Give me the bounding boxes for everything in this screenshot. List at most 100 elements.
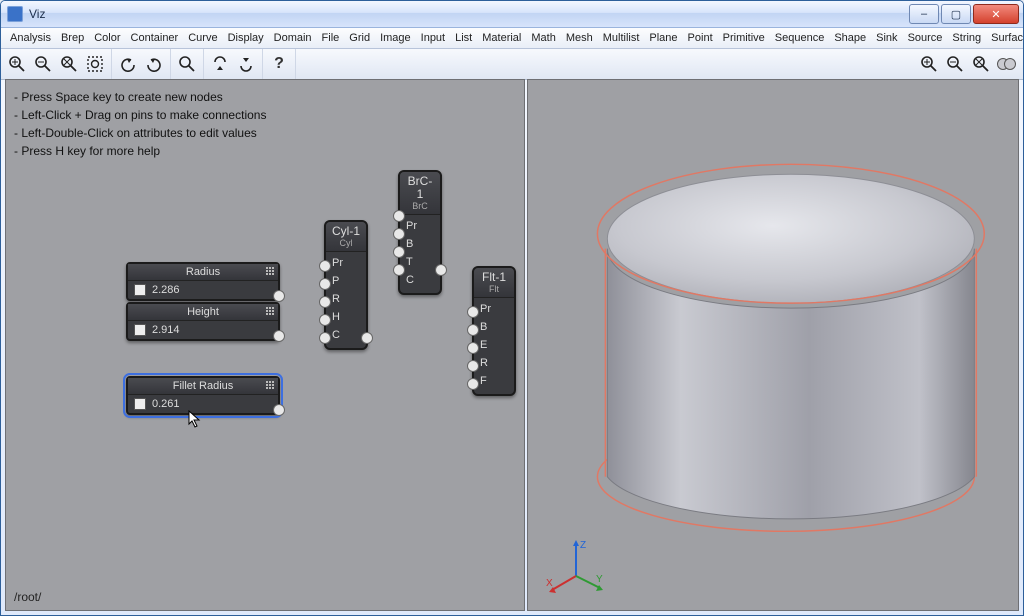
menu-item[interactable]: Image <box>375 30 416 46</box>
output-pin[interactable] <box>273 404 285 416</box>
output-pin[interactable] <box>435 264 447 276</box>
port-label: R <box>332 293 340 305</box>
port-label: C <box>332 329 340 341</box>
node-graph-panel[interactable]: - Press Space key to create new nodes - … <box>5 79 525 611</box>
input-pin[interactable] <box>467 324 479 336</box>
axis-z-label: Z <box>580 540 586 551</box>
output-pin[interactable] <box>273 330 285 342</box>
maximize-button[interactable]: ▢ <box>941 4 971 24</box>
node-header[interactable]: Flt-1 Flt <box>474 268 514 298</box>
menu-item[interactable]: Multilist <box>598 30 645 46</box>
input-pin[interactable] <box>393 264 405 276</box>
toolbar: ? <box>1 49 1023 80</box>
menu-item[interactable]: Surface <box>986 30 1024 46</box>
client-area: - Press Space key to create new nodes - … <box>5 79 1019 611</box>
param-height[interactable]: Height 2.914 <box>126 302 280 341</box>
node-header[interactable]: Cyl-1 Cyl <box>326 222 366 252</box>
menu-item[interactable]: Display <box>223 30 269 46</box>
minimize-button[interactable]: – <box>909 4 939 24</box>
input-pin[interactable] <box>393 246 405 258</box>
menu-item[interactable]: Sink <box>871 30 902 46</box>
menu-item[interactable]: Curve <box>183 30 222 46</box>
help-line: - Left-Click + Drag on pins to make conn… <box>14 106 266 124</box>
menu-item[interactable]: Plane <box>644 30 682 46</box>
input-pin[interactable] <box>467 342 479 354</box>
param-radius[interactable]: Radius 2.286 <box>126 262 280 301</box>
zoom-window-icon[interactable] <box>85 54 105 74</box>
undo-icon[interactable] <box>118 54 138 74</box>
param-value[interactable]: 2.914 <box>152 324 180 336</box>
param-value[interactable]: 0.261 <box>152 398 180 410</box>
menu-item[interactable]: List <box>450 30 477 46</box>
menu-item[interactable]: Mesh <box>561 30 598 46</box>
shade-mode-icon[interactable] <box>997 54 1017 74</box>
menu-item[interactable]: String <box>947 30 986 46</box>
grip-icon[interactable] <box>266 381 274 389</box>
menu-item[interactable]: Source <box>903 30 948 46</box>
checkbox-icon[interactable] <box>134 284 146 296</box>
input-pin[interactable] <box>467 378 479 390</box>
menu-item[interactable]: Sequence <box>770 30 830 46</box>
input-pin[interactable] <box>319 296 331 308</box>
zoom-reset-icon[interactable] <box>59 54 79 74</box>
port-label: B <box>406 238 413 250</box>
close-button[interactable]: ✕ <box>973 4 1019 24</box>
menu-item[interactable]: Material <box>477 30 526 46</box>
window-buttons: – ▢ ✕ <box>909 4 1019 24</box>
menubar[interactable]: Analysis Brep Color Container Curve Disp… <box>1 28 1023 49</box>
refresh-up-icon[interactable] <box>236 54 256 74</box>
help-text: - Press Space key to create new nodes - … <box>14 88 266 160</box>
grip-icon[interactable] <box>266 307 274 315</box>
input-pin[interactable] <box>467 306 479 318</box>
input-pin[interactable] <box>319 332 331 344</box>
app-icon <box>7 6 23 22</box>
help-line: - Left-Double-Click on attributes to edi… <box>14 124 266 142</box>
node-cyl[interactable]: Cyl-1 Cyl Pr P R H C <box>324 220 368 350</box>
input-pin[interactable] <box>467 360 479 372</box>
menu-item[interactable]: Brep <box>56 30 89 46</box>
zoom-reset-icon[interactable] <box>971 54 991 74</box>
output-pin[interactable] <box>361 332 373 344</box>
node-flt[interactable]: Flt-1 Flt Pr B E R F <box>472 266 516 396</box>
titlebar[interactable]: Viz – ▢ ✕ <box>1 1 1023 28</box>
port-label: H <box>332 311 340 323</box>
menu-item[interactable]: Input <box>416 30 450 46</box>
menu-item[interactable]: Container <box>126 30 184 46</box>
menu-item[interactable]: Shape <box>829 30 871 46</box>
menu-item[interactable]: Analysis <box>5 30 56 46</box>
menu-item[interactable]: Domain <box>269 30 317 46</box>
refresh-down-icon[interactable] <box>210 54 230 74</box>
param-value[interactable]: 2.286 <box>152 284 180 296</box>
checkbox-icon[interactable] <box>134 324 146 336</box>
menu-item[interactable]: Primitive <box>718 30 770 46</box>
node-brc[interactable]: BrC-1 BrC Pr B T C <box>398 170 442 295</box>
search-icon[interactable] <box>177 54 197 74</box>
output-pin[interactable] <box>273 290 285 302</box>
port-label: B <box>480 321 487 333</box>
zoom-in-icon[interactable] <box>7 54 27 74</box>
input-pin[interactable] <box>319 314 331 326</box>
redo-icon[interactable] <box>144 54 164 74</box>
param-fillet-radius[interactable]: Fillet Radius 0.261 <box>126 376 280 415</box>
help-icon[interactable]: ? <box>269 54 289 74</box>
checkbox-icon[interactable] <box>134 398 146 410</box>
input-pin[interactable] <box>393 228 405 240</box>
input-pin[interactable] <box>393 210 405 222</box>
axis-gizmo: Z X Y <box>546 536 606 596</box>
breadcrumb: /root/ <box>14 590 41 604</box>
menu-item[interactable]: Color <box>89 30 125 46</box>
menu-item[interactable]: Grid <box>344 30 375 46</box>
menu-item[interactable]: File <box>317 30 345 46</box>
node-header[interactable]: BrC-1 BrC <box>400 172 440 215</box>
grip-icon[interactable] <box>266 267 274 275</box>
zoom-out-icon[interactable] <box>945 54 965 74</box>
menu-item[interactable]: Point <box>683 30 718 46</box>
menu-item[interactable]: Math <box>526 30 560 46</box>
zoom-in-icon[interactable] <box>919 54 939 74</box>
input-pin[interactable] <box>319 278 331 290</box>
input-pin[interactable] <box>319 260 331 272</box>
viewport-panel[interactable]: Z X Y <box>527 79 1019 611</box>
cursor-icon <box>188 410 202 431</box>
zoom-out-icon[interactable] <box>33 54 53 74</box>
port-label: C <box>406 274 414 286</box>
